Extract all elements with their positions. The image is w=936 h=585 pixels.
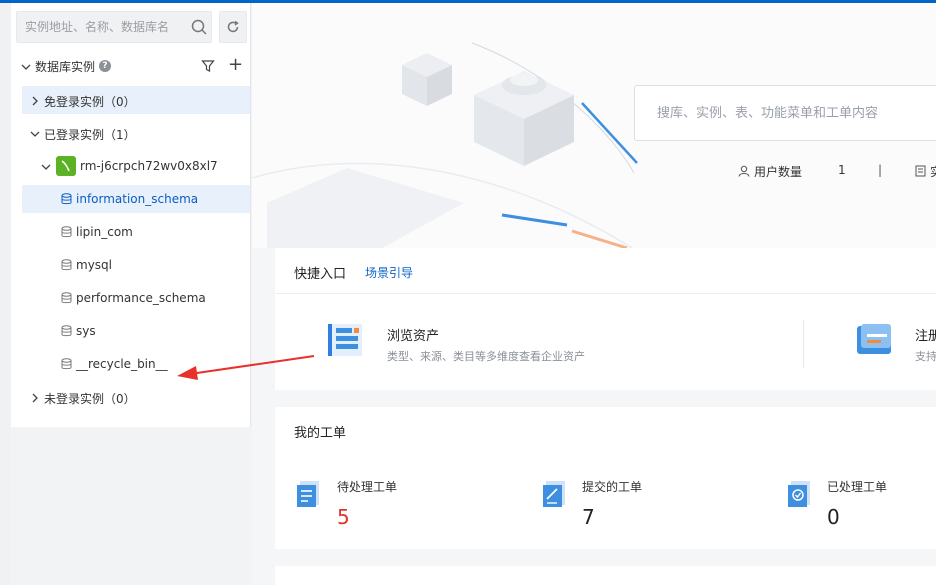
register-icon[interactable] <box>855 320 895 360</box>
tree-group-logged-in[interactable]: 已登录实例（1） <box>22 119 250 147</box>
submitted-workorder-label[interactable]: 提交的工单 <box>582 478 642 495</box>
browse-assets-icon[interactable] <box>324 320 366 360</box>
db-label: __recycle_bin__ <box>76 357 168 371</box>
database-icon <box>61 325 72 337</box>
bottom-card <box>275 566 936 585</box>
database-icon <box>61 259 72 271</box>
pending-workorder-label[interactable]: 待处理工单 <box>337 478 397 495</box>
tree-title: 数据库实例 <box>35 60 96 74</box>
instance-count-icon <box>915 165 926 177</box>
quick-entry-title: 快捷入口 <box>294 267 347 282</box>
stat-next-partial: 实 <box>930 163 936 180</box>
tree-db-item[interactable]: mysql <box>22 251 250 279</box>
add-instance-button[interactable]: + <box>228 56 243 74</box>
group-label: 已登录实例（1） <box>44 128 136 142</box>
database-icon <box>61 358 72 370</box>
register-title[interactable]: 注册 <box>915 325 936 344</box>
refresh-button[interactable] <box>219 11 247 43</box>
annotation-arrow-icon <box>177 355 315 380</box>
left-edge-strip <box>0 3 11 585</box>
pending-workorder-count[interactable]: 5 <box>337 505 350 529</box>
user-icon <box>738 165 750 177</box>
tree-instance[interactable]: rm-j6crpch72wv0x8xl7 <box>22 152 250 180</box>
db-label: information_schema <box>76 192 199 206</box>
my-workorders-card: 我的工单 待处理工单 5 提交的工单 7 已处理工单 0 <box>275 407 936 549</box>
db-label: lipin_com <box>76 225 133 239</box>
quick-separator <box>803 320 804 368</box>
tree-header: 数据库实例 ? + <box>11 55 251 79</box>
processed-workorder-icon <box>788 481 810 507</box>
hero-banner: 用户数量 1 | 实 <box>252 3 936 248</box>
db-label: mysql <box>76 258 112 272</box>
quick-entry-card: 快捷入口 场景引导 浏览资产 类型、来源、类目等多维度查看企业资产 注册 支持 <box>275 248 936 390</box>
chevron-right-icon <box>32 393 38 403</box>
chevron-down-icon[interactable] <box>21 62 31 72</box>
mysql-icon <box>56 156 76 176</box>
search-icon[interactable] <box>189 17 209 37</box>
tree-db-item[interactable]: lipin_com <box>22 218 250 246</box>
card-divider <box>275 293 936 294</box>
instance-search-input[interactable] <box>17 12 187 42</box>
processed-workorder-label[interactable]: 已处理工单 <box>827 478 887 495</box>
stat-separator: | <box>878 163 883 177</box>
instance-label: rm-j6crpch72wv0x8xl7 <box>80 159 218 173</box>
tree-group-not-logged-in[interactable]: 未登录实例（0） <box>22 383 250 411</box>
submitted-workorder-icon <box>543 481 565 507</box>
user-count-value: 1 <box>838 163 846 177</box>
db-label: sys <box>76 324 96 338</box>
filter-icon[interactable] <box>201 59 215 73</box>
sidebar-empty-area <box>11 427 251 585</box>
chevron-down-icon <box>30 131 40 137</box>
instance-search-box <box>16 11 212 43</box>
group-label: 未登录实例（0） <box>44 392 136 406</box>
tree-group-free-login[interactable]: 免登录实例（0） <box>22 86 250 114</box>
global-search-input[interactable] <box>635 86 935 140</box>
database-icon <box>61 226 72 238</box>
database-icon <box>61 292 72 304</box>
main-content: 用户数量 1 | 实 快捷入口 场景引导 浏览资产 类型、来源、类目等多维度查看… <box>252 3 936 585</box>
browse-assets-title[interactable]: 浏览资产 <box>387 325 439 344</box>
refresh-icon <box>227 20 239 33</box>
tree-db-item[interactable]: performance_schema <box>22 284 250 312</box>
chevron-right-icon <box>32 96 38 106</box>
submitted-workorder-count[interactable]: 7 <box>582 505 595 529</box>
chevron-down-icon <box>41 164 51 170</box>
help-icon[interactable]: ? <box>99 60 111 72</box>
user-count-label: 用户数量 <box>754 165 803 179</box>
db-label: performance_schema <box>76 291 206 305</box>
scene-guide-link[interactable]: 场景引导 <box>365 264 413 281</box>
pending-workorder-icon <box>297 481 319 507</box>
processed-workorder-count[interactable]: 0 <box>827 505 840 529</box>
group-label: 免登录实例（0） <box>44 95 136 109</box>
database-icon <box>61 193 72 205</box>
global-search-box <box>634 85 936 141</box>
my-workorders-title: 我的工单 <box>294 426 347 441</box>
tree-db-item[interactable]: information_schema <box>22 185 250 213</box>
browse-assets-desc: 类型、来源、类目等多维度查看企业资产 <box>387 350 585 363</box>
tree-db-item[interactable]: sys <box>22 317 250 345</box>
register-desc: 支持 <box>915 350 936 363</box>
